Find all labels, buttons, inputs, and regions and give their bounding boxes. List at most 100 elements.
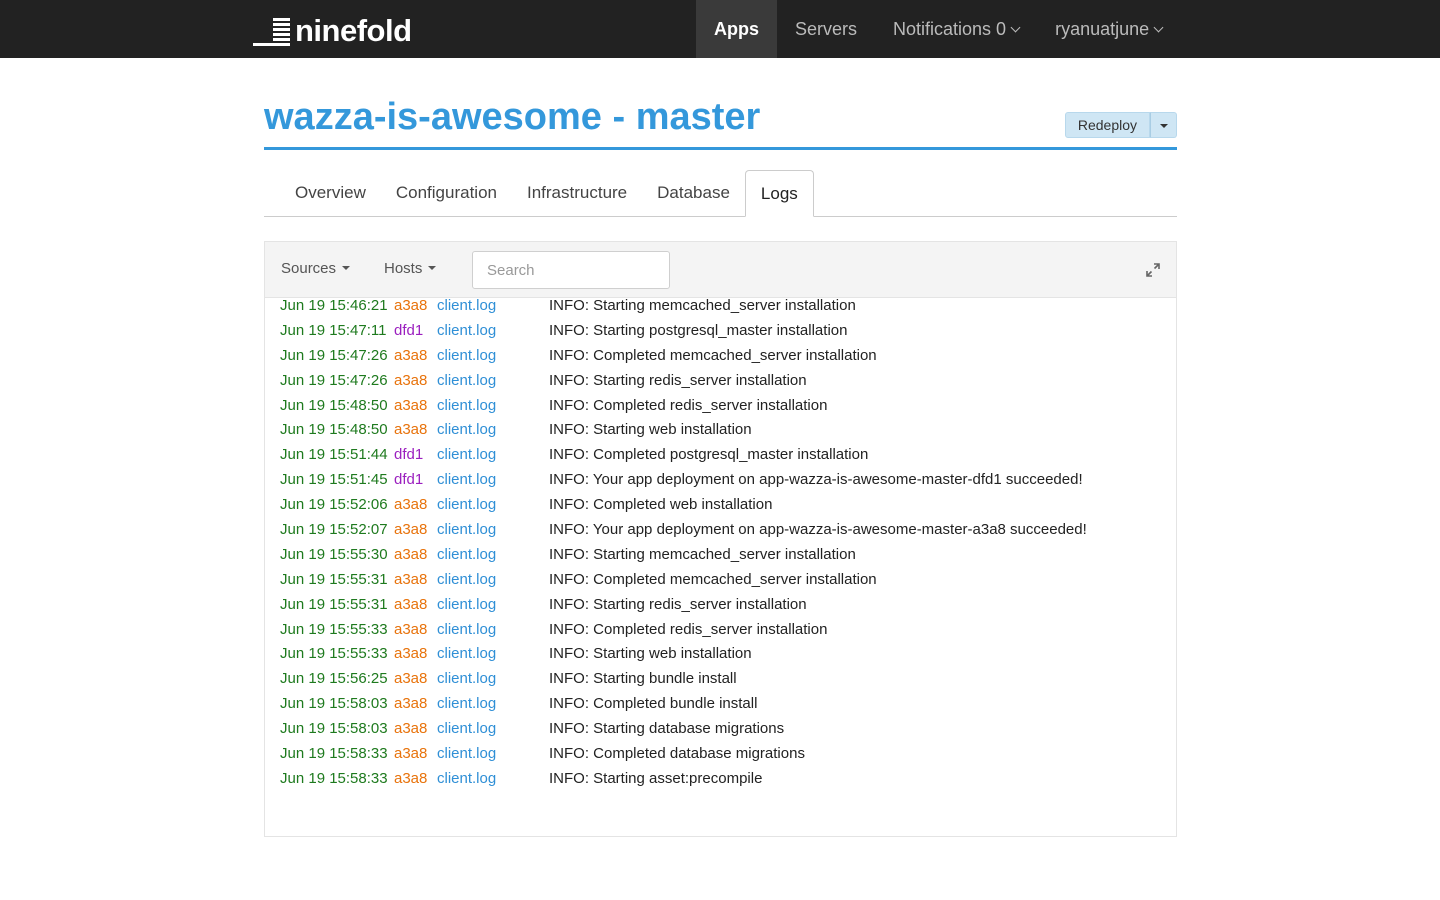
nav-item-label: Notifications 0 bbox=[893, 19, 1007, 39]
log-file-link[interactable]: client.log bbox=[437, 493, 496, 518]
expand-icon[interactable] bbox=[1146, 263, 1160, 277]
log-row: Jun 19 15:56:25 a3a8 client.log INFO: Start… bbox=[280, 667, 1160, 692]
log-row: Jun 19 15:47:26 a3a8 client.log INFO: Start… bbox=[280, 369, 1160, 394]
log-message: INFO: Completed web installation bbox=[549, 496, 773, 514]
brand-name: ninefold bbox=[295, 13, 412, 48]
log-file-link[interactable]: client.log bbox=[437, 692, 496, 717]
nav-item-ryanuatjune[interactable]: ryanuatjune bbox=[1037, 0, 1180, 58]
log-timestamp: Jun 19 15:48:50 bbox=[280, 421, 388, 439]
log-timestamp: Jun 19 15:52:07 bbox=[280, 521, 388, 539]
logs-toolbar: Sources Hosts bbox=[265, 242, 1176, 298]
log-row: Jun 19 15:52:07 a3a8 client.log INFO: Your … bbox=[280, 518, 1160, 543]
log-file-link[interactable]: client.log bbox=[437, 667, 496, 692]
logs-panel: Sources Hosts Jun 19 15:46:21 a3a8 client.… bbox=[264, 241, 1177, 837]
chevron-down-icon bbox=[1010, 22, 1021, 33]
log-message: INFO: Completed memcached_server install… bbox=[549, 346, 877, 364]
nav-item-label: Apps bbox=[714, 19, 759, 39]
log-row: Jun 19 15:47:26 a3a8 client.log INFO: Compl… bbox=[280, 344, 1160, 369]
log-file-link[interactable]: client.log bbox=[437, 717, 496, 742]
log-file-link[interactable]: client.log bbox=[437, 742, 496, 767]
log-file-link[interactable]: client.log bbox=[437, 394, 496, 419]
log-host: a3a8 bbox=[394, 521, 428, 539]
log-file-link[interactable]: client.log bbox=[437, 767, 496, 792]
log-message: INFO: Starting redis_server installation bbox=[549, 371, 807, 389]
log-message: INFO: Your app deployment on app-wazza-i… bbox=[549, 471, 1083, 489]
log-host: a3a8 bbox=[394, 421, 428, 439]
tab-infrastructure[interactable]: Infrastructure bbox=[512, 170, 642, 216]
sources-label: Sources bbox=[281, 260, 337, 277]
log-file-link[interactable]: client.log bbox=[437, 294, 496, 319]
log-message: INFO: Your app deployment on app-wazza-i… bbox=[549, 521, 1087, 539]
nav-item-servers[interactable]: Servers bbox=[777, 0, 875, 58]
page-header: wazza-is-awesome - master Redeploy bbox=[264, 94, 1177, 150]
log-message: INFO: Completed database migrations bbox=[549, 745, 805, 763]
ninefold-logo-icon bbox=[253, 18, 293, 46]
log-host: a3a8 bbox=[394, 745, 428, 763]
log-row: Jun 19 15:58:03 a3a8 client.log INFO: Start… bbox=[280, 717, 1160, 742]
redeploy-button-group: Redeploy bbox=[1064, 112, 1177, 138]
sources-dropdown[interactable]: Sources bbox=[281, 260, 351, 277]
log-file-link[interactable]: client.log bbox=[437, 568, 496, 593]
log-file-link[interactable]: client.log bbox=[437, 319, 496, 344]
log-host: dfd1 bbox=[394, 471, 424, 489]
log-row: Jun 19 15:58:03 a3a8 client.log INFO: Compl… bbox=[280, 692, 1160, 717]
log-row: Jun 19 15:51:45 dfd1 client.log INFO: Your … bbox=[280, 468, 1160, 493]
log-file-link[interactable]: client.log bbox=[437, 369, 496, 394]
log-host: a3a8 bbox=[394, 496, 428, 514]
chevron-down-icon bbox=[1153, 22, 1164, 33]
log-row: Jun 19 15:52:06 a3a8 client.log INFO: Compl… bbox=[280, 493, 1160, 518]
log-timestamp: Jun 19 15:55:33 bbox=[280, 620, 388, 638]
log-list: Jun 19 15:46:21 a3a8 client.log INFO: Start… bbox=[280, 294, 1160, 792]
log-file-link[interactable]: client.log bbox=[437, 593, 496, 618]
redeploy-options-button[interactable] bbox=[1150, 112, 1177, 138]
log-timestamp: Jun 19 15:47:26 bbox=[280, 346, 388, 364]
hosts-dropdown[interactable]: Hosts bbox=[384, 260, 437, 277]
brand-logo[interactable]: ninefold bbox=[253, 10, 412, 46]
tab-overview[interactable]: Overview bbox=[280, 170, 381, 216]
log-file-link[interactable]: client.log bbox=[437, 418, 496, 443]
log-message: INFO: Completed bundle install bbox=[549, 695, 758, 713]
log-host: a3a8 bbox=[394, 570, 428, 588]
log-file-link[interactable]: client.log bbox=[437, 344, 496, 369]
log-row: Jun 19 15:48:50 a3a8 client.log INFO: Start… bbox=[280, 418, 1160, 443]
log-message: INFO: Completed redis_server installatio… bbox=[549, 620, 828, 638]
log-file-link[interactable]: client.log bbox=[437, 518, 496, 543]
log-row: Jun 19 15:47:11 dfd1 client.log INFO: Start… bbox=[280, 319, 1160, 344]
log-row: Jun 19 15:55:31 a3a8 client.log INFO: Start… bbox=[280, 593, 1160, 618]
log-timestamp: Jun 19 15:52:06 bbox=[280, 496, 388, 514]
app-tabs: Overview Configuration Infrastructure Datab… bbox=[264, 170, 1177, 217]
log-host: a3a8 bbox=[394, 595, 428, 613]
log-timestamp: Jun 19 15:58:33 bbox=[280, 769, 388, 787]
log-host: dfd1 bbox=[394, 446, 424, 464]
log-timestamp: Jun 19 15:47:11 bbox=[280, 321, 387, 339]
log-message: INFO: Starting postgresql_master install… bbox=[549, 321, 848, 339]
log-message: INFO: Completed redis_server installatio… bbox=[549, 396, 828, 414]
main-nav: Apps Servers Notifications 0 ryanuatjune bbox=[696, 0, 1180, 58]
log-file-link[interactable]: client.log bbox=[437, 443, 496, 468]
log-host: a3a8 bbox=[394, 396, 428, 414]
log-host: a3a8 bbox=[394, 371, 428, 389]
log-row: Jun 19 15:48:50 a3a8 client.log INFO: Compl… bbox=[280, 394, 1160, 419]
log-file-link[interactable]: client.log bbox=[437, 543, 496, 568]
nav-item-apps[interactable]: Apps bbox=[696, 0, 777, 58]
log-host: a3a8 bbox=[394, 695, 428, 713]
log-row: Jun 19 15:55:33 a3a8 client.log INFO: Start… bbox=[280, 642, 1160, 667]
tab-database[interactable]: Database bbox=[642, 170, 745, 216]
tab-logs[interactable]: Logs bbox=[744, 170, 814, 217]
search-input[interactable] bbox=[472, 251, 670, 289]
page-title: wazza-is-awesome - master bbox=[264, 96, 761, 138]
nav-item-notifications[interactable]: Notifications 0 bbox=[875, 0, 1037, 58]
log-row: Jun 19 15:55:30 a3a8 client.log INFO: Start… bbox=[280, 543, 1160, 568]
tab-configuration[interactable]: Configuration bbox=[381, 170, 512, 216]
redeploy-button[interactable]: Redeploy bbox=[1064, 112, 1150, 138]
log-timestamp: Jun 19 15:55:30 bbox=[280, 545, 388, 563]
log-row: Jun 19 15:55:31 a3a8 client.log INFO: Compl… bbox=[280, 568, 1160, 593]
log-row: Jun 19 15:58:33 a3a8 client.log INFO: Start… bbox=[280, 767, 1160, 792]
log-file-link[interactable]: client.log bbox=[437, 642, 496, 667]
log-timestamp: Jun 19 15:55:31 bbox=[280, 595, 388, 613]
log-file-link[interactable]: client.log bbox=[437, 618, 496, 643]
nav-item-label: ryanuatjune bbox=[1055, 19, 1150, 39]
log-file-link[interactable]: client.log bbox=[437, 468, 496, 493]
log-message: INFO: Starting bundle install bbox=[549, 670, 737, 688]
log-message: INFO: Completed postgresql_master instal… bbox=[549, 446, 869, 464]
